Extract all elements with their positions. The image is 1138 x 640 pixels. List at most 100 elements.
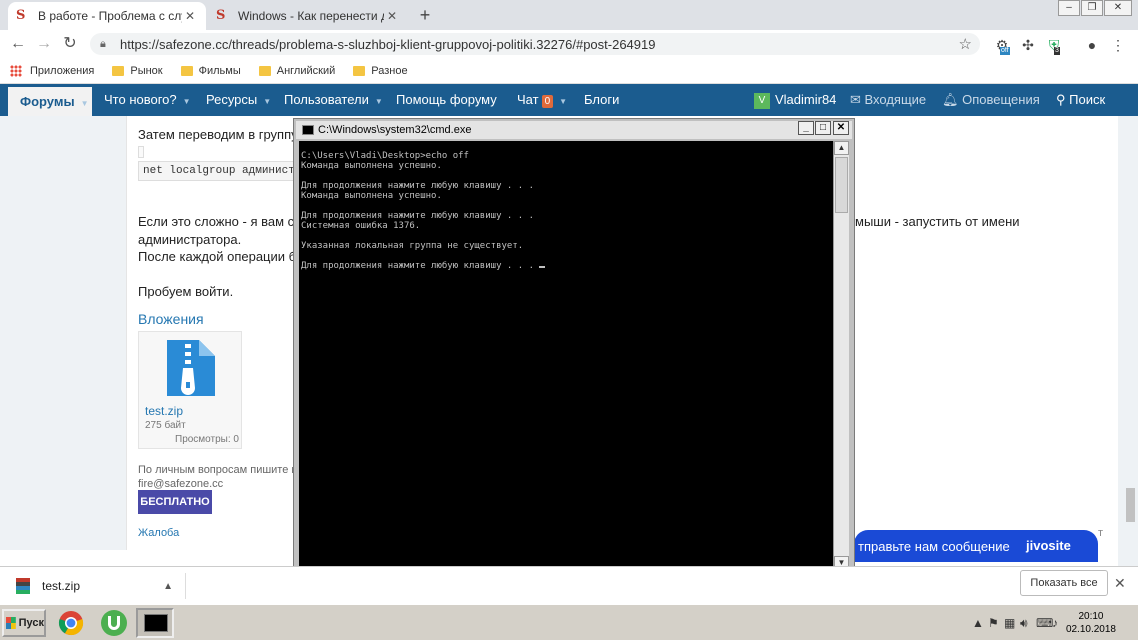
cmd-scrollbar-thumb[interactable] bbox=[835, 157, 848, 213]
lock-icon: 🔒︎ bbox=[100, 37, 106, 50]
nav-inbox[interactable]: ✉ Входящие bbox=[850, 84, 926, 116]
safezone-favicon-icon: S bbox=[216, 8, 226, 23]
tab-title: Windows - Как перенести данны bbox=[238, 9, 384, 23]
cmd-window[interactable]: C:\Windows\system32\cmd.exe _ □ ✕ C:\Use… bbox=[293, 118, 855, 578]
clock-time: 20:10 bbox=[1078, 611, 1104, 622]
taskbar-chrome[interactable] bbox=[52, 608, 90, 638]
cmd-title: C:\Windows\system32\cmd.exe bbox=[318, 124, 472, 136]
puzzle-extension-icon[interactable]: ✣ bbox=[1018, 35, 1038, 55]
console-cursor bbox=[539, 266, 546, 268]
caret-down-icon: ▼ bbox=[182, 97, 191, 106]
bookmark-folder[interactable]: Фильмы bbox=[180, 65, 241, 77]
start-button[interactable]: Пуск bbox=[2, 609, 46, 637]
forward-arrow-icon[interactable]: → bbox=[34, 34, 54, 54]
post-text-line: Затем переводим в группу bbox=[138, 127, 298, 142]
taskbar-utorrent[interactable] bbox=[95, 608, 133, 638]
speaker-icon[interactable]: ♪ bbox=[1052, 616, 1058, 630]
caret-down-icon: ▼ bbox=[263, 97, 272, 106]
taskbar: Пуск ▲ ⚑ ▦ 🔊︎ ⌨ ♪ 20:10 02.10.2018 bbox=[0, 604, 1138, 640]
cmd-minimize-icon[interactable]: _ bbox=[798, 121, 814, 135]
nav-help[interactable]: Помощь форуму bbox=[396, 84, 497, 116]
console-line: Для продолжения нажмите любую клавишу . … bbox=[301, 211, 534, 221]
cmd-console[interactable]: C:\Users\Vladi\Desktop>echo off Команда … bbox=[299, 141, 833, 571]
close-icon[interactable]: ✕ bbox=[182, 9, 198, 23]
bookmark-folder[interactable]: Разное bbox=[353, 65, 408, 77]
utorrent-icon bbox=[101, 610, 127, 636]
close-window-icon[interactable]: ✕ bbox=[1104, 0, 1132, 16]
cmd-maximize-icon[interactable]: □ bbox=[815, 121, 831, 135]
caret-down-icon: ▼ bbox=[374, 97, 383, 106]
nav-blogs[interactable]: Блоги bbox=[584, 84, 619, 116]
keyboard-layout-icon[interactable]: ⌨ bbox=[1036, 616, 1053, 630]
jivosite-brand: jivosite bbox=[1026, 538, 1071, 553]
attachment-card[interactable]: test.zip 275 байт Просмотры: 0 bbox=[138, 331, 242, 449]
taskbar-cmd[interactable] bbox=[136, 608, 174, 638]
minimize-window-icon[interactable]: – bbox=[1058, 0, 1080, 16]
restore-window-icon[interactable]: ❐ bbox=[1081, 0, 1103, 16]
cmd-scrollbar[interactable]: ▲ ▼ bbox=[833, 141, 849, 571]
address-bar[interactable]: 🔒︎ https://safezone.cc/threads/problema-… bbox=[90, 33, 980, 55]
attachment-size: 275 байт bbox=[145, 420, 186, 431]
post-text-line: мыши - запустить от имени bbox=[855, 214, 1020, 229]
post-text-line: администратора. bbox=[138, 232, 242, 247]
cmd-titlebar[interactable]: C:\Windows\system32\cmd.exe bbox=[296, 121, 852, 139]
menu-kebab-icon[interactable]: ⋮ bbox=[1108, 35, 1128, 55]
nav-users[interactable]: Пользователи ▼ bbox=[284, 84, 383, 116]
flag-icon[interactable]: ⚑ bbox=[988, 616, 999, 630]
taskbar-clock[interactable]: 20:10 02.10.2018 bbox=[1066, 610, 1116, 636]
site-navigation: Форумы ▼ Что нового? ▼ Ресурсы ▼ Пользовате… bbox=[0, 84, 1138, 116]
back-arrow-icon[interactable]: ← bbox=[8, 34, 28, 54]
attachments-heading: Вложения bbox=[138, 311, 204, 327]
jivosite-message: тправьте нам сообщение bbox=[858, 539, 1010, 554]
network-icon[interactable]: ▦ bbox=[1004, 616, 1015, 630]
free-banner-button[interactable]: БЕСПЛАТНО bbox=[138, 490, 212, 514]
browser-tab-active[interactable]: S В работе - Проблема с службой ✕ bbox=[8, 2, 206, 30]
nav-whats-new[interactable]: Что нового? ▼ bbox=[104, 84, 191, 116]
console-line-prompt: Для продолжения нажмите любую клавишу . … bbox=[301, 261, 546, 271]
signature-text: По личным вопросам пишите ко bbox=[138, 464, 303, 476]
nav-search[interactable]: ⚲ Поиск bbox=[1056, 84, 1105, 116]
console-line: Указанная локальная группа не существует… bbox=[301, 241, 524, 251]
nav-user[interactable]: V Vladimir84 bbox=[754, 84, 836, 116]
archive-file-icon bbox=[16, 578, 30, 594]
cmd-close-icon[interactable]: ✕ bbox=[833, 121, 849, 135]
tab-title: В работе - Проблема с службой bbox=[38, 9, 182, 23]
page-scrollbar-thumb[interactable] bbox=[1126, 488, 1135, 522]
show-all-downloads-button[interactable]: Показать все bbox=[1020, 570, 1108, 596]
extension-icon[interactable]: ⚙ off bbox=[992, 35, 1012, 55]
nav-forums[interactable]: Форумы ▼ bbox=[8, 84, 92, 116]
tray-arrow-icon[interactable]: ▲ bbox=[972, 616, 984, 630]
bookmark-folder[interactable]: Рынок bbox=[112, 65, 163, 77]
console-line: Системная ошибка 1376. bbox=[301, 221, 421, 231]
nav-alerts[interactable]: 🔔︎ Оповещения bbox=[942, 84, 1040, 116]
reload-icon[interactable]: ↻ bbox=[60, 34, 80, 54]
system-tray: ▲ ⚑ ▦ 🔊︎ ⌨ ♪ 20:10 02.10.2018 bbox=[966, 607, 1136, 639]
attachment-name[interactable]: test.zip bbox=[145, 404, 183, 418]
bookmark-folder[interactable]: Английский bbox=[258, 65, 335, 77]
bookmark-apps[interactable]: Приложения bbox=[10, 64, 94, 77]
shield-extension-icon[interactable]: ⛨ 3 bbox=[1044, 35, 1064, 55]
volume-icon[interactable]: 🔊︎ bbox=[1020, 616, 1028, 631]
caret-down-icon: ▼ bbox=[559, 97, 568, 106]
scroll-up-icon[interactable]: ▲ bbox=[834, 141, 849, 155]
signature-email-link[interactable]: fire@safezone.cc bbox=[138, 478, 223, 490]
bookmark-star-icon[interactable]: ☆ bbox=[959, 35, 972, 53]
download-item[interactable]: test.zip ▲ bbox=[10, 573, 186, 599]
browser-tab-inactive[interactable]: S Windows - Как перенести данны ✕ bbox=[208, 2, 408, 30]
profile-icon[interactable]: ● bbox=[1082, 35, 1102, 55]
bookmarks-bar: Приложения Рынок Фильмы Английский Разно… bbox=[0, 58, 1138, 84]
jivosite-chat-widget[interactable]: тправьте нам сообщение jivosite bbox=[854, 530, 1098, 562]
nav-chat[interactable]: Чат 0 ▼ bbox=[517, 84, 567, 116]
report-link[interactable]: Жалоба bbox=[138, 527, 179, 539]
safezone-favicon-icon: S bbox=[16, 8, 26, 23]
caret-down-icon: ▼ bbox=[80, 99, 89, 108]
close-downloads-icon[interactable]: ✕ bbox=[1114, 575, 1126, 592]
close-icon[interactable]: ✕ bbox=[384, 9, 400, 23]
post-text-line: Если это сложно - я вам ск bbox=[138, 214, 300, 229]
new-tab-button[interactable]: + bbox=[414, 4, 436, 26]
page-left-gutter bbox=[0, 116, 126, 550]
nav-resources[interactable]: Ресурсы ▼ bbox=[206, 84, 271, 116]
chevron-up-icon[interactable]: ▲ bbox=[163, 581, 173, 592]
obscured-text: т bbox=[1098, 527, 1104, 539]
cmd-icon bbox=[302, 125, 314, 135]
